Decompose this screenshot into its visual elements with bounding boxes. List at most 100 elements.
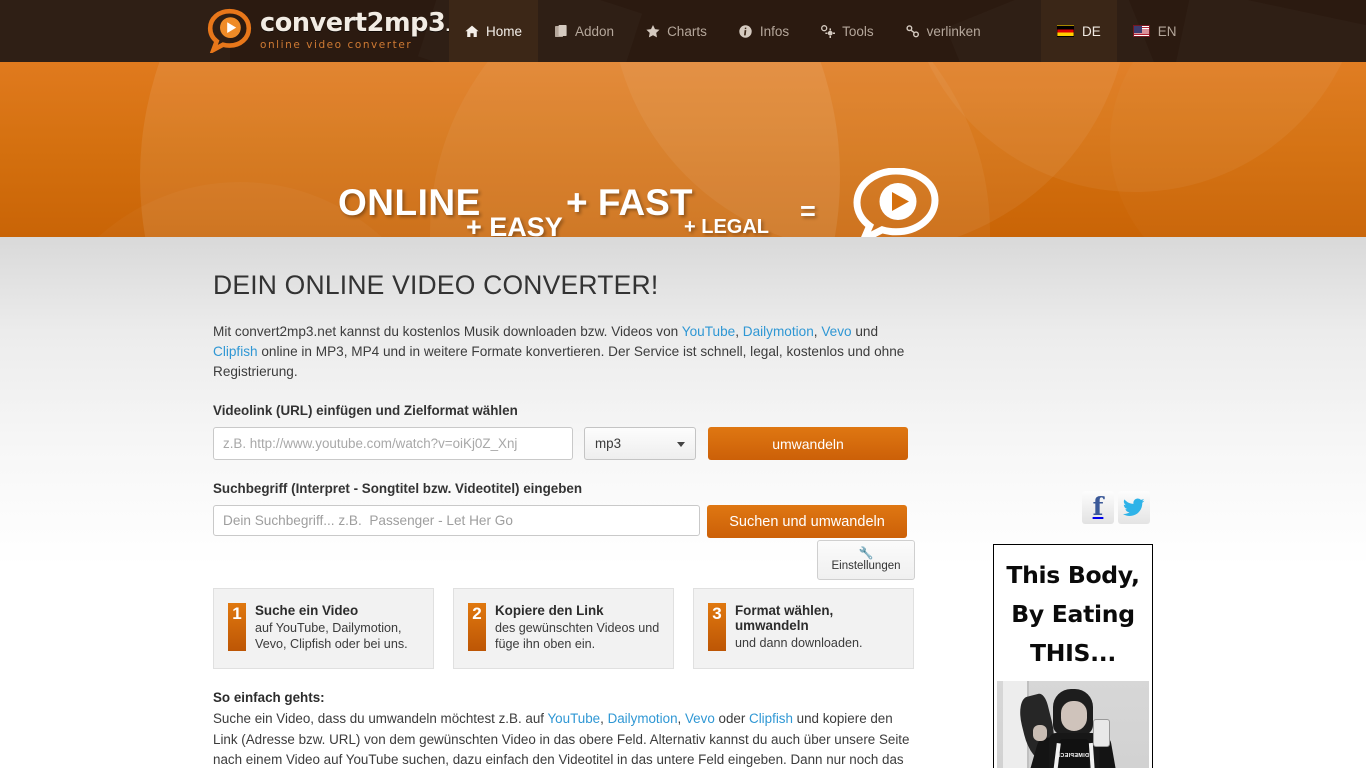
site-logo[interactable]: convert2mp3.net online video converter: [207, 8, 475, 53]
main-content-area: DEIN ONLINE VIDEO CONVERTER! Mit convert…: [0, 237, 1366, 768]
language-switcher: DE EN: [1041, 0, 1193, 62]
hero-word-online: ONLINE: [338, 182, 481, 223]
logo-title: convert2mp3.net: [260, 10, 475, 37]
social-links: f: [1082, 491, 1150, 524]
figure-hand-left: [1033, 725, 1047, 741]
settings-button[interactable]: 🔧 Einstellungen: [817, 540, 915, 580]
link-clipfish[interactable]: Clipfish: [213, 344, 258, 359]
facebook-link[interactable]: f: [1082, 491, 1114, 524]
howto-text-a: Suche ein Video, dass du umwandeln möcht…: [213, 711, 548, 726]
hero-claim: ONLINE + EASY + FAST + LEGAL =: [0, 62, 1366, 237]
hero-word-equals: =: [800, 196, 816, 226]
facebook-glyph: f: [1092, 492, 1104, 521]
chevron-down-icon: [677, 441, 685, 447]
hero-word-fast: + FAST: [566, 182, 693, 223]
link-vevo[interactable]: Vevo: [685, 711, 715, 726]
info-circle-icon: [739, 24, 753, 38]
twitter-icon: [1118, 491, 1150, 524]
settings-button-label: Einstellungen: [831, 560, 901, 572]
url-form-label: Videolink (URL) einfügen und Zielformat …: [213, 403, 518, 418]
steps-list: 1 Suche ein Video auf YouTube, Dailymoti…: [213, 588, 915, 669]
nav-item-addon[interactable]: Addon: [538, 0, 630, 62]
intro-paragraph: Mit convert2mp3.net kannst du kostenlos …: [213, 322, 905, 382]
link-youtube[interactable]: YouTube: [682, 324, 735, 339]
search-input[interactable]: [213, 505, 700, 536]
flag-germany-icon: [1057, 25, 1074, 37]
intro-text-2: und: [851, 324, 879, 339]
main-navigation: Home Addon Charts Infos Tools verlinken: [449, 0, 997, 62]
language-label: DE: [1082, 23, 1101, 39]
twitter-link[interactable]: [1118, 491, 1150, 524]
nav-label: Addon: [575, 23, 615, 39]
format-select-value: mp3: [595, 436, 622, 451]
nav-item-charts[interactable]: Charts: [630, 0, 723, 62]
ad-headline-line-2: By Eating: [1011, 600, 1135, 628]
page-title: DEIN ONLINE VIDEO CONVERTER!: [213, 270, 659, 300]
howto-paragraph: Suche ein Video, dass du umwandeln möcht…: [213, 709, 913, 768]
howto-sep-1: ,: [600, 711, 608, 726]
nav-item-home[interactable]: Home: [449, 0, 539, 62]
flag-usa-icon: [1132, 25, 1150, 37]
language-de[interactable]: DE: [1041, 0, 1117, 62]
settings-row: 🔧 Einstellungen: [213, 540, 915, 580]
nav-label: Infos: [759, 23, 790, 39]
step-description: und dann downloaden.: [735, 636, 863, 650]
figure-face: [1061, 701, 1087, 731]
link-youtube[interactable]: YouTube: [547, 711, 600, 726]
step-item: 2 Kopiere den Link des gewünschten Video…: [453, 588, 674, 669]
nav-label: Home: [486, 23, 523, 39]
ad-banner[interactable]: This Body, By Eating THIS... DIMEPIECE: [993, 544, 1153, 768]
site-header: convert2mp3.net online video converter H…: [0, 0, 1366, 62]
language-label: EN: [1157, 23, 1177, 39]
link-clipfish[interactable]: Clipfish: [749, 711, 793, 726]
video-url-input[interactable]: [213, 427, 573, 460]
ad-headline: This Body, By Eating THIS...: [994, 545, 1152, 681]
convert-button[interactable]: umwandeln: [708, 427, 908, 460]
nav-item-verlinken[interactable]: verlinken: [890, 0, 997, 62]
intro-text-1: Mit convert2mp3.net kannst du kostenlos …: [213, 324, 682, 339]
star-icon: [646, 24, 660, 38]
hero-word-legal: + LEGAL: [684, 216, 770, 237]
step-title: Suche ein Video: [255, 603, 359, 618]
puzzle-page-icon: [554, 24, 568, 38]
format-select[interactable]: mp3: [584, 427, 696, 460]
nav-item-tools[interactable]: Tools: [805, 0, 890, 62]
hero-banner: ONLINE + EASY + FAST + LEGAL =: [0, 62, 1366, 237]
step-description: des gewünschten Videos und füge ihn oben…: [495, 621, 660, 651]
search-form-row: Suchen und umwandeln: [213, 505, 915, 538]
link-dailymotion[interactable]: Dailymotion: [743, 324, 814, 339]
step-number: 2: [468, 603, 486, 651]
hero-word-easy: + EASY: [466, 212, 563, 237]
play-bubble-outline-icon: [849, 167, 943, 237]
figure-phone: [1093, 719, 1110, 747]
step-description: auf YouTube, Dailymotion, Vevo, Clipfish…: [255, 621, 408, 651]
nav-item-infos[interactable]: Infos: [723, 0, 805, 62]
howto-title: So einfach gehts:: [213, 690, 325, 705]
link-dailymotion[interactable]: Dailymotion: [608, 711, 678, 726]
search-form-label: Suchbegriff (Interpret - Songtitel bzw. …: [213, 481, 583, 496]
intro-text-3: online in MP3, MP4 und in weitere Format…: [213, 344, 905, 379]
facebook-icon: f: [1082, 491, 1114, 524]
language-en[interactable]: EN: [1117, 0, 1193, 62]
home-icon: [465, 24, 479, 38]
figure-shirt-text: DIMEPIECE: [1056, 753, 1089, 759]
step-number: 3: [708, 603, 726, 651]
figure-crop-top: DIMEPIECE: [1056, 739, 1089, 768]
url-form-row: mp3 umwandeln: [213, 427, 915, 460]
gear-icon: [821, 24, 836, 38]
nav-label: verlinken: [926, 23, 981, 39]
wrench-icon: 🔧: [858, 546, 874, 560]
content-column: DEIN ONLINE VIDEO CONVERTER! Mit convert…: [213, 237, 915, 768]
link-chain-icon: [906, 24, 920, 38]
ad-photo: DIMEPIECE: [997, 681, 1149, 768]
nav-label: Charts: [667, 23, 707, 39]
link-vevo[interactable]: Vevo: [821, 324, 851, 339]
search-convert-button[interactable]: Suchen und umwandeln: [707, 505, 907, 538]
step-title: Format wählen, umwandeln: [735, 603, 834, 633]
step-item: 3 Format wählen, umwandeln und dann down…: [693, 588, 914, 669]
ad-headline-line-1: This Body,: [1006, 561, 1140, 589]
ad-headline-line-3: THIS...: [1029, 639, 1117, 667]
nav-label: Tools: [842, 23, 874, 39]
logo-subtitle: online video converter: [260, 38, 413, 51]
play-bubble-logo-icon: [207, 8, 252, 53]
